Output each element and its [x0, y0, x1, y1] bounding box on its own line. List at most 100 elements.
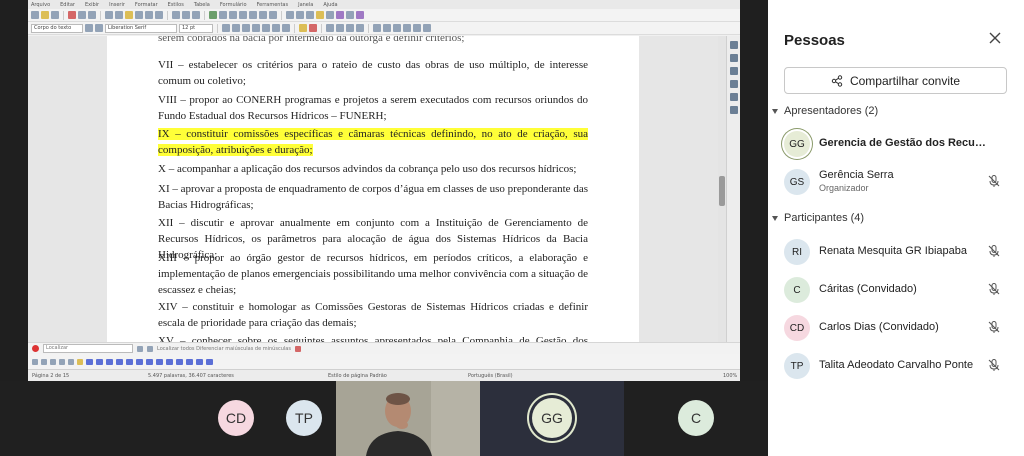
clone-format-icon[interactable]	[135, 11, 143, 19]
highlight-color-icon[interactable]	[299, 24, 307, 32]
field-icon[interactable]	[259, 11, 267, 19]
update-style-icon[interactable]	[85, 24, 93, 32]
print-icon[interactable]	[78, 11, 86, 19]
copy-icon[interactable]	[115, 11, 123, 19]
strikethrough-icon[interactable]	[252, 24, 260, 32]
paragraph-spacing-icon[interactable]	[423, 24, 431, 32]
hexagon-shape-icon[interactable]	[126, 358, 133, 365]
indent-decrease-icon[interactable]	[403, 24, 411, 32]
clear-format-icon[interactable]	[282, 24, 290, 32]
menu-inserir[interactable]: Inserir	[109, 2, 125, 8]
participants-section-toggle[interactable]: Participantes (4)	[772, 212, 864, 224]
draw-line-icon[interactable]	[336, 11, 344, 19]
vertical-scrollbar[interactable]	[718, 36, 726, 342]
font-name-combo[interactable]: Liberation Serif	[105, 23, 177, 33]
open-icon[interactable]	[41, 11, 49, 19]
page-count[interactable]: Página 2 de 15	[32, 373, 69, 379]
new-doc-icon[interactable]	[31, 11, 39, 19]
track-changes-icon[interactable]	[326, 11, 334, 19]
person-row-presenter[interactable]: GG Gerencia de Gestão dos Recursos Hídri…	[784, 128, 1014, 160]
person-row-participant[interactable]: TP Talita Adeodato Carvalho Ponte	[784, 350, 1014, 382]
align-right-icon[interactable]	[346, 24, 354, 32]
paragraph-style-combo[interactable]: Corpo do texto	[31, 23, 83, 33]
mic-off-icon[interactable]	[987, 174, 1001, 188]
align-center-icon[interactable]	[336, 24, 344, 32]
justify-icon[interactable]	[356, 24, 364, 32]
sidebar-navigator-icon[interactable]	[729, 80, 738, 88]
shape-icon[interactable]	[196, 358, 203, 365]
curve-icon[interactable]	[59, 358, 65, 365]
language[interactable]: Português (Brasil)	[468, 373, 513, 379]
special-char-icon[interactable]	[269, 11, 277, 19]
page-style[interactable]: Estilo de página Padrão	[328, 373, 387, 379]
comment-icon[interactable]	[316, 11, 324, 19]
numbering-icon[interactable]	[383, 24, 391, 32]
text-box-icon[interactable]	[239, 11, 247, 19]
menu-arquivo[interactable]: Arquivo	[31, 2, 50, 8]
arrow-icon[interactable]	[50, 358, 56, 365]
menu-formulario[interactable]: Formulário	[220, 2, 247, 8]
new-style-icon[interactable]	[95, 24, 103, 32]
mic-off-icon[interactable]	[987, 320, 1001, 334]
font-size-combo[interactable]: 12 pt	[179, 23, 213, 33]
cut-icon[interactable]	[105, 11, 113, 19]
mic-off-icon[interactable]	[987, 244, 1001, 258]
callout-shape-icon[interactable]	[186, 358, 193, 365]
superscript-icon[interactable]	[262, 24, 270, 32]
word-count[interactable]: 5.497 palavras, 36.407 caracteres	[148, 373, 234, 379]
indent-increase-icon[interactable]	[393, 24, 401, 32]
sidebar-properties-icon[interactable]	[729, 41, 738, 49]
endnote-icon[interactable]	[306, 11, 314, 19]
camera-video-tile[interactable]	[336, 381, 480, 456]
cube-shape-icon[interactable]	[136, 358, 143, 365]
block-arrow-icon[interactable]	[146, 358, 153, 365]
share-invite-button[interactable]: Compartilhar convite	[784, 67, 1007, 94]
save-icon[interactable]	[51, 11, 59, 19]
text-icon[interactable]	[68, 358, 74, 365]
underline-icon[interactable]	[242, 24, 250, 32]
footnote-icon[interactable]	[296, 11, 304, 19]
insert-table-icon[interactable]	[209, 11, 217, 19]
paste-icon[interactable]	[125, 11, 133, 19]
active-speaker-tile[interactable]: GG	[480, 381, 624, 456]
undo-icon[interactable]	[145, 11, 153, 19]
menu-estilos[interactable]: Estilos	[168, 2, 184, 8]
insert-chart-icon[interactable]	[229, 11, 237, 19]
line-icon[interactable]	[41, 358, 47, 365]
export-pdf-icon[interactable]	[68, 11, 76, 19]
close-icon[interactable]	[988, 31, 1002, 45]
mic-off-icon[interactable]	[987, 282, 1001, 296]
callout-icon[interactable]	[77, 358, 83, 365]
find-options[interactable]: Localizar todos Diferenciar maiúsculas d…	[157, 346, 291, 352]
flowchart-icon[interactable]	[156, 358, 163, 365]
document-page[interactable]: serem cobrados na bacia por intermédio d…	[107, 36, 639, 342]
formatting-marks-icon[interactable]	[192, 11, 200, 19]
menu-editar[interactable]: Editar	[60, 2, 75, 8]
select-icon[interactable]	[32, 358, 38, 365]
subscript-icon[interactable]	[272, 24, 280, 32]
person-row-presenter[interactable]: GS Gerência Serra Organizador	[784, 166, 1014, 198]
print-preview-icon[interactable]	[88, 11, 96, 19]
person-row-participant[interactable]: CD Carlos Dias (Convidado)	[784, 312, 1014, 344]
sidebar-styles-icon[interactable]	[729, 54, 738, 62]
zoom-level[interactable]: 100%	[723, 373, 737, 379]
rectangle-shape-icon[interactable]	[86, 358, 93, 365]
spelling-icon[interactable]	[182, 11, 190, 19]
bullets-icon[interactable]	[373, 24, 381, 32]
video-tile[interactable]: C	[624, 381, 768, 456]
presenters-section-toggle[interactable]: Apresentadores (2)	[772, 105, 878, 117]
font-color-icon[interactable]	[309, 24, 317, 32]
person-row-participant[interactable]: C Cáritas (Convidado)	[784, 274, 1014, 306]
menu-exibir[interactable]: Exibir	[85, 2, 99, 8]
page-break-icon[interactable]	[249, 11, 257, 19]
bold-icon[interactable]	[222, 24, 230, 32]
close-find-icon[interactable]	[32, 345, 39, 352]
find-previous-icon[interactable]	[137, 345, 143, 352]
sidebar-page-icon[interactable]	[729, 93, 738, 101]
sidebar-gallery-icon[interactable]	[729, 67, 738, 75]
find-replace-icon[interactable]	[294, 345, 301, 352]
find-input[interactable]: Localizar	[43, 344, 133, 353]
basic-shapes-icon[interactable]	[346, 11, 354, 19]
redo-icon[interactable]	[155, 11, 163, 19]
italic-icon[interactable]	[232, 24, 240, 32]
